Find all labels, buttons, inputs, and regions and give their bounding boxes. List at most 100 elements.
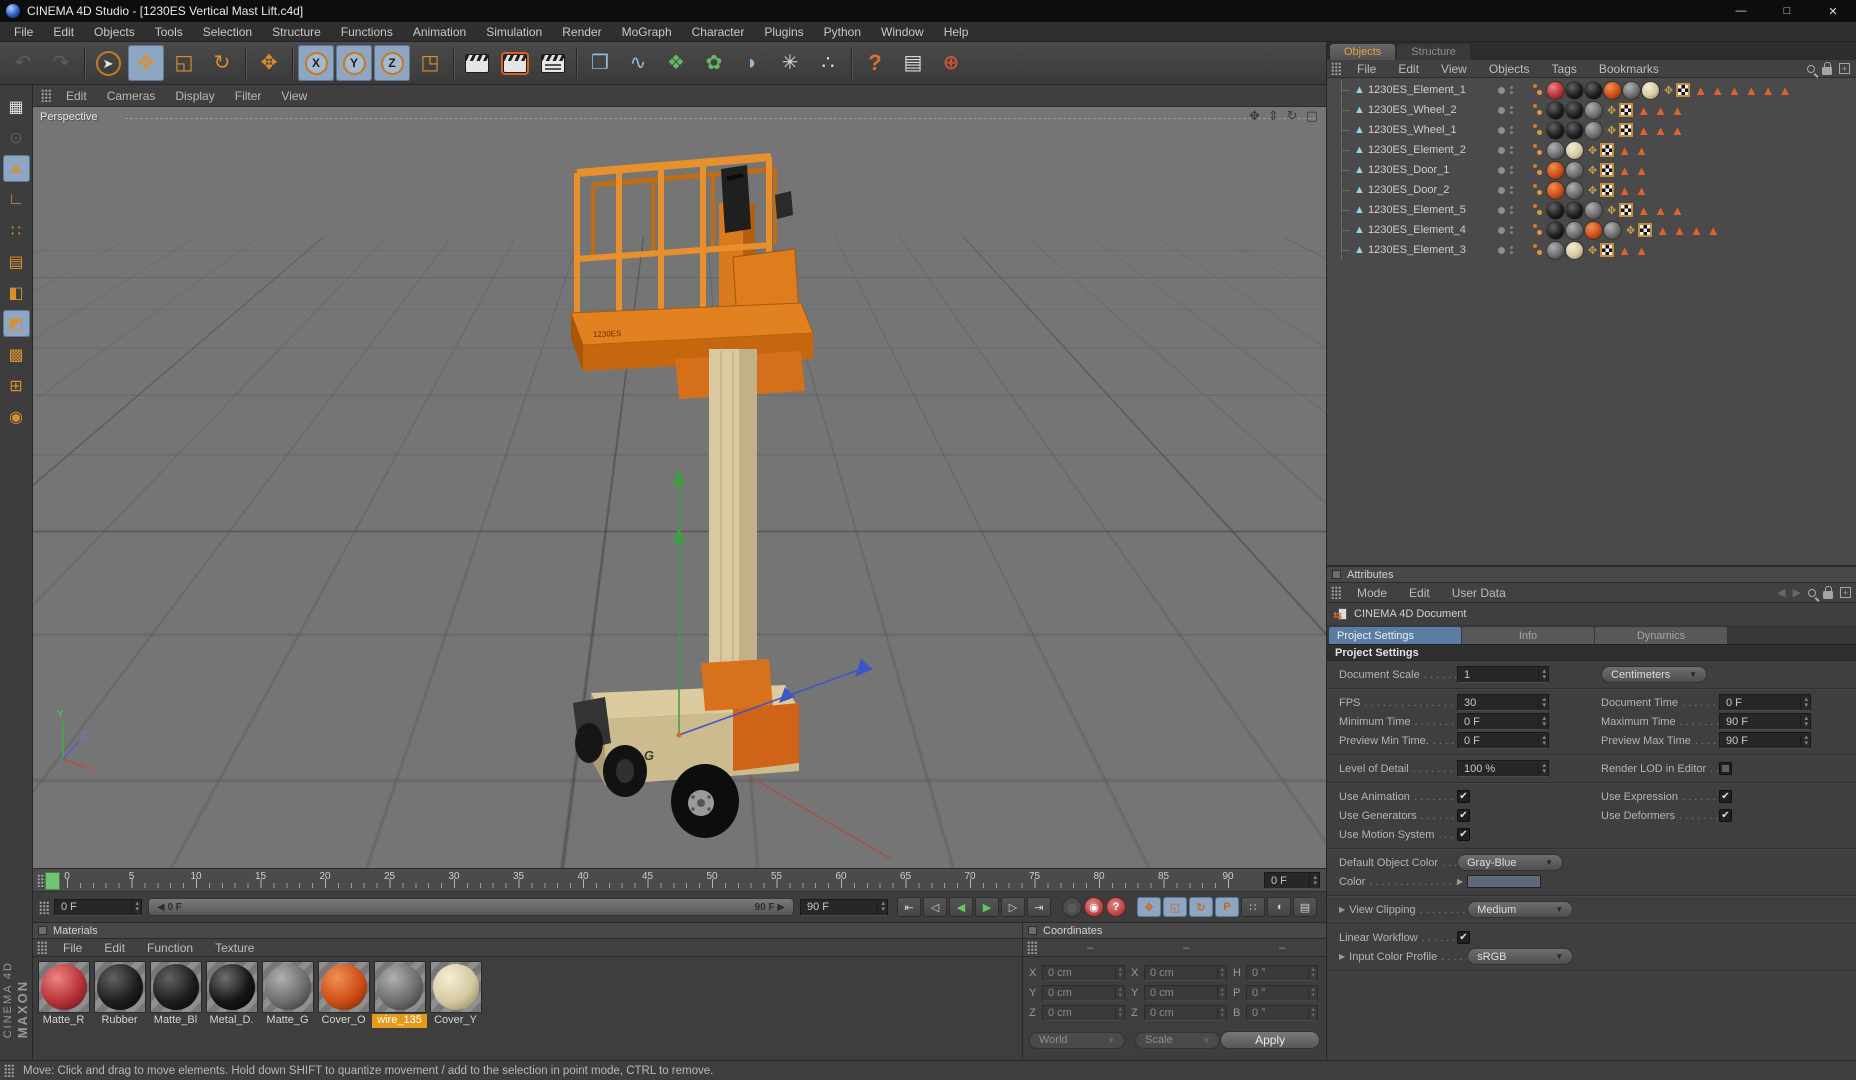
viewport-menu-filter[interactable]: Filter — [225, 89, 272, 103]
texture-axis-mode-button[interactable]: ⊞ — [3, 372, 30, 399]
texture-tag-icon[interactable] — [1585, 221, 1602, 239]
polygon-selection-tag-icon[interactable]: ▲ — [1779, 84, 1792, 97]
timeline-ruler[interactable]: 0 5 10 15 20 25 30 35 40 45 50 55 60 65 70 75 80 85 90 0 F… — [33, 868, 1326, 892]
model-mode-button[interactable]: ⊙ — [3, 124, 30, 151]
texture-tag-icon[interactable] — [1566, 181, 1583, 199]
linear-workflow-checkbox[interactable]: ✔ — [1457, 931, 1470, 944]
rotate-view-icon[interactable]: ↻ — [1287, 108, 1298, 124]
polygon-selection-tag-icon[interactable]: ▲ — [1618, 144, 1631, 157]
menu-character[interactable]: Character — [682, 22, 755, 41]
add-environment-button[interactable]: ◗ — [734, 45, 770, 81]
texture-tag-icon[interactable] — [1547, 141, 1564, 159]
object-row[interactable]: ▲ 1230ES_Element_1 ✥ ▲ ▲ ▲ ▲ ▲ ▲ — [1327, 80, 1856, 100]
polygon-selection-tag-icon[interactable]: ▲ — [1635, 164, 1648, 177]
polygon-selection-tag-icon[interactable]: ▲ — [1671, 204, 1684, 217]
material-thumbnail[interactable] — [37, 961, 90, 1013]
spinner-arrows-icon[interactable]: ▴ ▾ — [1115, 986, 1122, 999]
object-row[interactable]: ▲ 1230ES_Element_4 ✥ ▲ ▲ ▲ ▲ — [1327, 220, 1856, 240]
material-thumbnail[interactable] — [93, 961, 146, 1013]
coordinate-system-select[interactable]: World ▼ — [1029, 1031, 1126, 1049]
spinner-arrows-icon[interactable]: ▴ ▾ — [1309, 874, 1317, 887]
dolly-view-icon[interactable]: ⇕ — [1268, 108, 1279, 124]
attributes-header[interactable]: Attributes — [1327, 566, 1856, 583]
live-selection-button[interactable]: ➤ — [90, 45, 126, 81]
material-item[interactable]: wire_135 — [372, 961, 427, 1028]
object-row[interactable]: ▲ 1230ES_Element_2 ✥ ▲ ▲ — [1327, 140, 1856, 160]
texture-tag-icon[interactable] — [1566, 241, 1583, 259]
texture-tag-icon[interactable] — [1604, 221, 1621, 239]
texture-tag-icon[interactable] — [1547, 241, 1564, 259]
timeline-playhead[interactable] — [45, 872, 60, 890]
phong-tag-icon[interactable]: ✥ — [1607, 204, 1616, 217]
minimize-button[interactable]: — — [1718, 0, 1764, 22]
timeline-documents-button[interactable]: ▤ — [1293, 897, 1317, 917]
coordinate-field[interactable]: 0 cm ▴ ▾ — [1042, 985, 1125, 1001]
editor-visibility-dot[interactable] — [1498, 246, 1505, 254]
key-position-button[interactable]: ✥ — [1137, 897, 1161, 917]
menu-tools[interactable]: Tools — [145, 22, 193, 41]
help-button[interactable]: ? — [857, 45, 893, 81]
lock-z-axis-button[interactable]: Z — [374, 45, 410, 81]
viewport-3d-view[interactable]: 1230ES JLG — [33, 107, 1326, 868]
coordinates-grip[interactable] — [1027, 941, 1038, 954]
use-motion-system-checkbox[interactable]: ✔ — [1457, 828, 1470, 841]
expand-arrow-icon[interactable]: ▶ — [1457, 877, 1463, 886]
spinner-arrows-icon[interactable]: ▴ ▾ — [1217, 986, 1224, 999]
material-thumbnail[interactable] — [205, 961, 258, 1013]
menu-simulation[interactable]: Simulation — [476, 22, 552, 41]
object-manager-menu-bookmarks[interactable]: Bookmarks — [1588, 62, 1670, 76]
uvw-tag-icon[interactable] — [1676, 83, 1691, 97]
render-visibility-dots[interactable] — [1510, 246, 1513, 254]
attributes-grip[interactable] — [1331, 586, 1342, 599]
menu-mograph[interactable]: MoGraph — [612, 22, 682, 41]
display-tag-icon[interactable] — [1532, 143, 1544, 157]
texture-tag-icon[interactable] — [1566, 121, 1583, 139]
texture-tag-icon[interactable] — [1642, 81, 1659, 99]
menu-python[interactable]: Python — [814, 22, 871, 41]
add-spline-button[interactable]: ∿ — [620, 45, 656, 81]
render-visibility-dots[interactable] — [1510, 206, 1513, 214]
menu-help[interactable]: Help — [934, 22, 979, 41]
materials-menu-file[interactable]: File — [52, 941, 93, 955]
tab-dynamics[interactable]: Dynamics — [1595, 627, 1727, 644]
uv-points-mode-button[interactable]: ◩ — [2, 310, 30, 337]
polygon-selection-tag-icon[interactable]: ▲ — [1618, 244, 1631, 257]
phong-tag-icon[interactable]: ✥ — [1626, 224, 1635, 237]
uvw-tag-icon[interactable] — [1600, 183, 1615, 197]
spinner-arrows-icon[interactable]: ▴ ▾ — [1115, 1006, 1122, 1019]
spinner-arrows-icon[interactable]: ▴ ▾ — [1217, 966, 1224, 979]
menu-window[interactable]: Window — [871, 22, 934, 41]
render-to-picture-viewer-button[interactable] — [497, 45, 533, 81]
materials-menu-texture[interactable]: Texture — [204, 941, 265, 955]
material-thumbnail[interactable] — [317, 961, 370, 1013]
polygon-selection-tag-icon[interactable]: ▲ — [1656, 224, 1669, 237]
history-forward-icon[interactable]: ▶ — [1793, 586, 1801, 599]
spinner-arrows-icon[interactable]: ▴ ▾ — [1115, 966, 1122, 979]
spinner-arrows-icon[interactable]: ▴ ▾ — [1308, 986, 1315, 999]
attributes-menu-edit[interactable]: Edit — [1398, 586, 1441, 600]
editor-visibility-dot[interactable] — [1498, 146, 1505, 154]
record-keyframe-button[interactable]: ◉ — [1084, 897, 1104, 917]
object-manager-menu-file[interactable]: File — [1346, 62, 1387, 76]
phong-tag-icon[interactable]: ✥ — [1664, 84, 1673, 97]
next-key-button[interactable]: ▷ — [1001, 897, 1025, 917]
render-settings-button[interactable] — [535, 45, 571, 81]
texture-tag-icon[interactable] — [1566, 81, 1583, 99]
polygon-selection-tag-icon[interactable]: ▲ — [1671, 124, 1684, 137]
spinner-arrows-icon[interactable]: ▴ ▾ — [1800, 715, 1808, 728]
view-clipping-select[interactable]: Medium ▼ — [1467, 901, 1574, 918]
coordinate-field[interactable]: 0 ° ▴ ▾ — [1246, 965, 1318, 981]
polygon-selection-tag-icon[interactable]: ▲ — [1635, 184, 1648, 197]
menu-animation[interactable]: Animation — [403, 22, 476, 41]
polygon-selection-tag-icon[interactable]: ▲ — [1654, 124, 1667, 137]
texture-tag-icon[interactable] — [1547, 181, 1564, 199]
phong-tag-icon[interactable]: ✥ — [1588, 164, 1597, 177]
display-tag-icon[interactable] — [1532, 163, 1544, 177]
scale-tool-button[interactable]: ◱ — [166, 45, 202, 81]
current-frame-field[interactable]: 0 F ▴ ▾ — [54, 898, 142, 916]
polygon-selection-tag-icon[interactable]: ▲ — [1637, 104, 1650, 117]
polygon-selection-tag-icon[interactable]: ▲ — [1637, 204, 1650, 217]
default-object-color-select[interactable]: Gray-Blue ▼ — [1457, 854, 1563, 871]
add-cube-primitive-button[interactable]: ❒ — [582, 45, 618, 81]
polygon-selection-tag-icon[interactable]: ▲ — [1707, 224, 1720, 237]
